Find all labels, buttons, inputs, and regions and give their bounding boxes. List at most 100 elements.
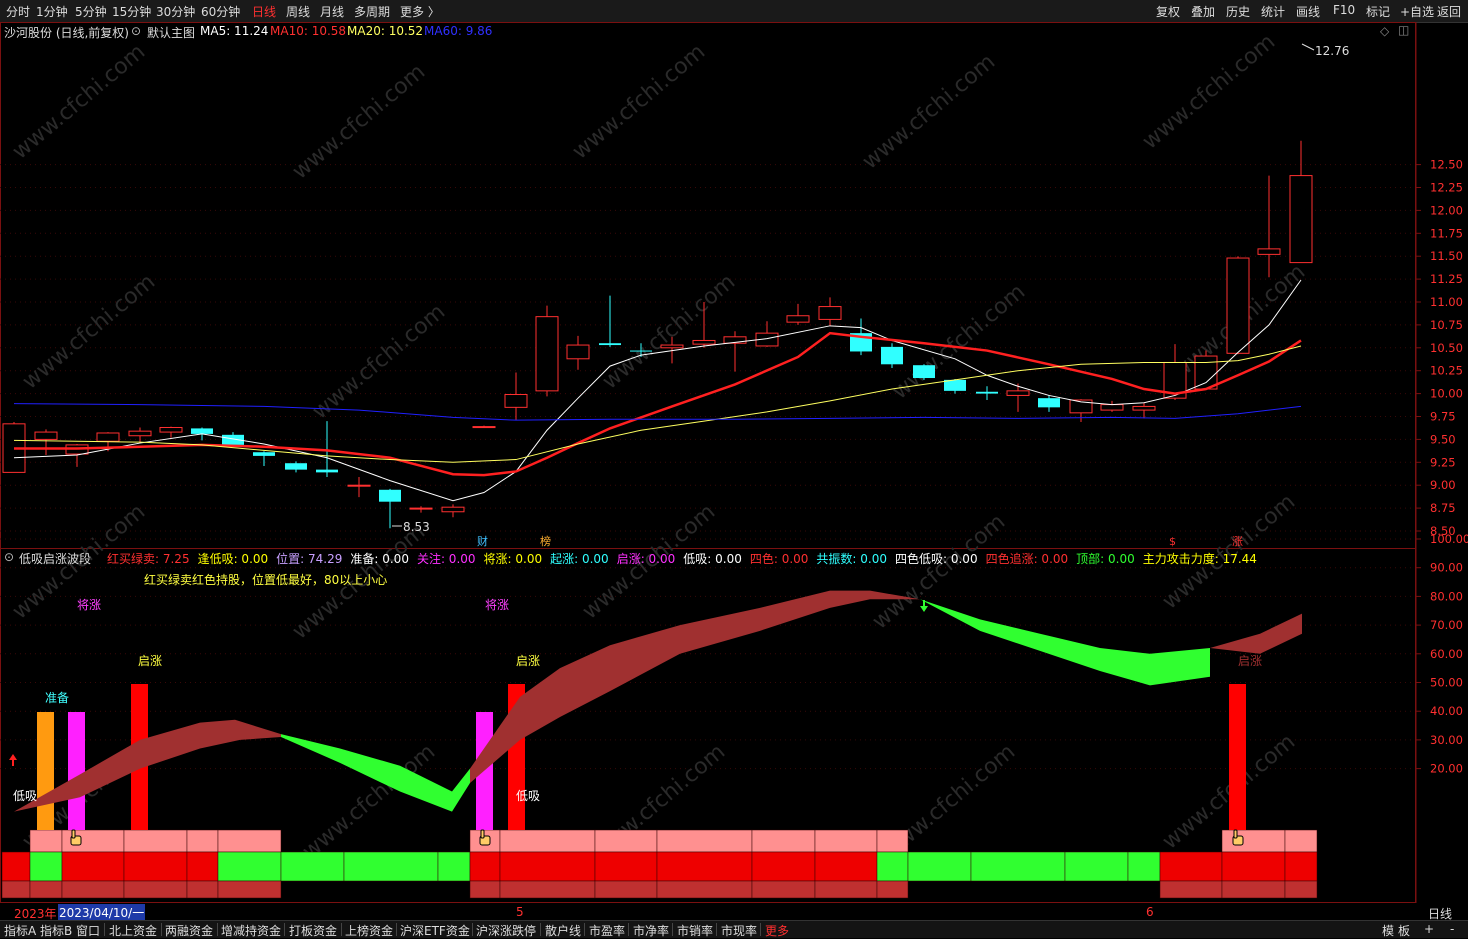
ma60-label: MA60: 9.86 [424,24,493,38]
tab-margin[interactable]: 两融资金 [165,922,213,939]
watermark-text: www.cfchi.com [598,269,740,394]
tab-pb[interactable]: 市净率 [633,922,669,939]
template-chevron-icon[interactable]: ⊙ [131,24,141,38]
tab-divider [284,923,285,936]
signal-block-mid [907,851,972,882]
tab-divider [472,923,473,936]
marker-finance: 财 [477,534,488,548]
trend-ribbon-green [920,599,1210,686]
price-tick-label: 8.75 [1430,501,1456,515]
indicator-chevron-icon[interactable]: ⊙ [4,550,14,564]
signal-block-mid [751,851,816,882]
indicator-value-9: 四色: 0.00 [749,552,809,566]
indicator-value-13: 顶部: 0.00 [1076,552,1135,566]
price-tick-label: 10.75 [1430,318,1463,332]
watermark-text: www.cfchi.com [868,509,1010,634]
signal-block-top [499,829,596,853]
tab-indicator-b[interactable]: 指标B [40,922,72,939]
tab-etf-funds[interactable]: 沪深ETF资金 [400,922,470,939]
buy-arrow-icon [9,754,17,766]
candle-up [409,506,433,513]
ma10-label: MA10: 10.58 [270,24,347,38]
indicator-values: 红买绿卖: 7.25 逢低吸: 0.00 位置: 74.29 准备: 0.00 关注: … [107,550,1265,567]
signal-block-mid [1284,851,1318,882]
signal-block-low [751,880,816,899]
zoom-out-button[interactable]: - [1450,922,1454,936]
indicator-value-2: 位置: 74.29 [276,552,343,566]
signal-block-top [1284,829,1318,853]
tab-billboard-funds[interactable]: 上榜资金 [345,922,393,939]
board-button[interactable]: 板 [1398,922,1410,939]
tab-limit-stats[interactable]: 沪深涨跌停 [476,922,536,939]
indicator-value-0: 红买绿卖: 7.25 [107,552,190,566]
tab-window[interactable]: 窗口 [76,922,100,939]
candle-up [159,426,183,438]
candle-up [347,476,371,498]
signal-block-mid [437,851,471,882]
signal-block-low [814,880,878,899]
price-tick-label: 11.00 [1430,295,1463,309]
candle-down [379,488,401,529]
candle-down [881,343,903,368]
indicator-tick-label: 90.00 [1430,561,1463,575]
signal-block-top [751,829,816,853]
tab-more[interactable]: 更多 [765,922,789,939]
candle-up [1006,383,1030,412]
tab-northbound[interactable]: 北上资金 [109,922,157,939]
price-tick-label: 10.00 [1430,387,1463,401]
time-axis-cursor-date: 2023/04/10/一 [58,904,146,921]
ma5-label: MA5: 11.24 [200,24,269,38]
time-axis-month-6: 6 [1146,905,1154,919]
candle-up [1100,400,1124,412]
tab-divider [396,923,397,936]
tab-holding-change[interactable]: 增减持资金 [221,922,281,939]
template-name[interactable]: 默认主图 [147,24,195,41]
candle-down [599,295,621,347]
diamond-icon[interactable]: ◇ [1380,24,1389,38]
trend-ribbon-red [1210,613,1302,654]
tab-indicator-a[interactable]: 指标A [4,922,36,939]
watermark-text: www.cfchi.com [1138,29,1280,154]
tab-pcf[interactable]: 市现率 [721,922,757,939]
signal-block-low [1221,880,1286,899]
price-tick-label: 9.25 [1430,455,1456,469]
signal-block-mid [61,851,125,882]
signal-block-low [29,880,63,899]
signal-block-top [656,829,753,853]
candle-up [1226,256,1250,355]
indicator-name[interactable]: 低吸启涨波段 [19,550,91,567]
kline-chart-canvas[interactable]: 12.50 12.25 12.00 11.75 11.50 11.25 11.00 10.75… [0,0,1468,938]
indicator-value-7: 启涨: 0.00 [616,552,676,566]
signal-block-mid [1,851,31,882]
zhunbei-bar [37,712,54,830]
window-icon[interactable]: ◫ [1398,23,1409,37]
candle-up [128,427,152,444]
signal-block-low [656,880,753,899]
price-tick-label: 10.50 [1430,341,1463,355]
signal-jiangzhang-label: 将涨 [485,597,509,612]
template-button[interactable]: 模 [1382,922,1394,939]
signal-block-mid [186,851,219,882]
candle-down [285,461,307,473]
zoom-in-button[interactable]: + [1424,922,1434,936]
signal-block-top [123,829,188,853]
signal-block-mid [217,851,282,882]
signal-block-low [499,880,596,899]
tab-divider [672,923,673,936]
price-tick-label: 10.25 [1430,364,1463,378]
tab-limit-up-funds[interactable]: 打板资金 [289,922,337,939]
signal-block-low [876,880,909,899]
signal-block-mid [29,851,63,882]
marker-billboard: 榜 [540,534,551,548]
tab-retail-line[interactable]: 散户线 [545,922,581,939]
price-tick-label: 9.00 [1430,478,1456,492]
price-tick-label: 9.75 [1430,410,1456,424]
tab-pe[interactable]: 市盈率 [589,922,625,939]
signal-block-top [186,829,219,853]
indicator-value-6: 起涨: 0.00 [550,552,609,566]
candle-up [755,321,779,347]
indicator-value-10: 共振数: 0.00 [816,552,887,566]
tab-ps[interactable]: 市销率 [677,922,713,939]
signal-block-low [594,880,658,899]
signal-block-top [594,829,658,853]
